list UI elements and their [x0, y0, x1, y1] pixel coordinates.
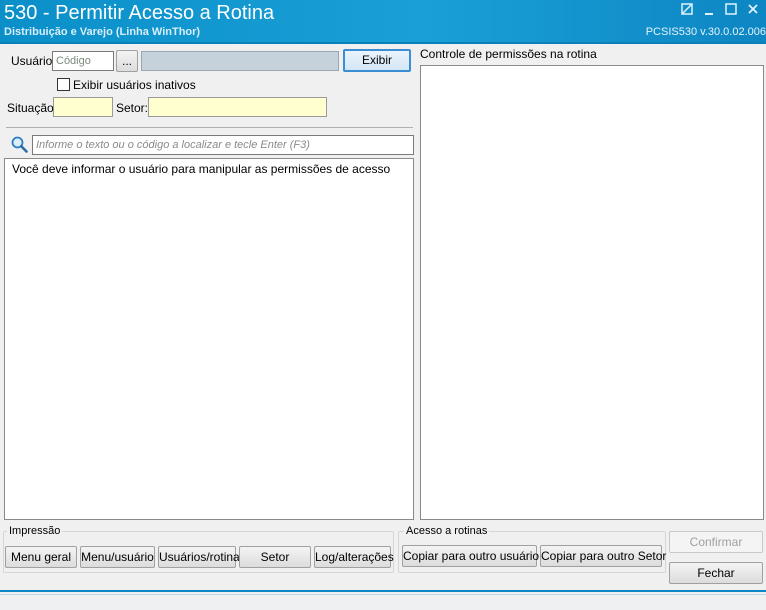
acesso-title: Acesso a rotinas: [404, 525, 490, 538]
search-icon[interactable]: [11, 136, 28, 153]
usuario-label: Usuário:: [11, 54, 56, 68]
title-bar: 530 - Permitir Acesso a Rotina Distribui…: [0, 0, 766, 42]
title-underline: [0, 42, 766, 44]
minimize-icon[interactable]: [702, 2, 716, 16]
restore-icon[interactable]: [680, 2, 694, 16]
menu-geral-button[interactable]: Menu geral: [5, 546, 77, 568]
browse-user-button[interactable]: ...: [116, 50, 138, 72]
status-bar: [0, 590, 766, 610]
permissions-panel[interactable]: [420, 65, 764, 520]
log-alteracoes-button[interactable]: Log/alterações: [314, 546, 394, 568]
status-bar-line: [0, 594, 766, 595]
copiar-usuario-button[interactable]: Copiar para outro usuário: [402, 545, 539, 567]
empty-message: Você deve informar o usuário para manipu…: [12, 162, 391, 176]
inativos-label: Exibir usuários inativos: [73, 78, 196, 92]
version-label: PCSIS530 v.30.0.02.006: [645, 26, 766, 38]
inativos-checkbox[interactable]: [57, 78, 70, 91]
situacao-label: Situação:: [7, 101, 58, 115]
fechar-button[interactable]: Fechar: [669, 562, 763, 584]
form-separator: [6, 127, 413, 128]
impressao-title: Impressão: [7, 525, 63, 538]
usuario-code-input[interactable]: Código: [52, 51, 114, 71]
maximize-icon[interactable]: [724, 2, 738, 16]
permissions-title: Controle de permissões na rotina: [420, 47, 597, 61]
close-icon[interactable]: [746, 2, 760, 16]
confirmar-button[interactable]: Confirmar: [669, 531, 763, 553]
situacao-input[interactable]: [53, 97, 113, 117]
menu-usuario-button[interactable]: Menu/usuário: [80, 546, 155, 568]
copiar-setor-button[interactable]: Copiar para outro Setor: [540, 545, 666, 567]
usuarios-rotina-button[interactable]: Usuários/rotina: [158, 546, 240, 568]
user-list-panel[interactable]: Você deve informar o usuário para manipu…: [4, 158, 414, 520]
window-title: 530 - Permitir Acesso a Rotina: [4, 2, 275, 24]
setor-label: Setor:: [116, 101, 149, 115]
setor-button[interactable]: Setor: [239, 546, 311, 568]
window-subtitle: Distribuição e Varejo (Linha WinThor): [4, 26, 201, 38]
window-controls: [680, 2, 760, 16]
usuario-name-field: [141, 51, 339, 71]
search-input[interactable]: Informe o texto ou o código a localizar …: [32, 135, 414, 155]
setor-input[interactable]: [148, 97, 327, 117]
exibir-button[interactable]: Exibir: [343, 49, 411, 72]
